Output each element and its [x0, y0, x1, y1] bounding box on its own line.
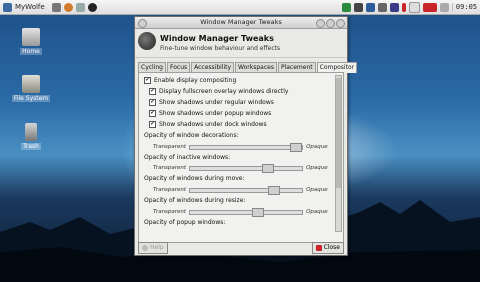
checkbox-label: Display fullscreen overlay windows direc…: [159, 88, 289, 95]
compositor-panel: ✔ Enable display compositing ✔ Display f…: [138, 72, 344, 243]
help-button-label: Help: [150, 244, 164, 251]
option-shadows-regular[interactable]: ✔ Show shadows under regular windows: [149, 99, 274, 106]
close-icon[interactable]: [336, 19, 345, 28]
opacity-decorations-label: Opacity of window decorations:: [144, 132, 239, 139]
tab-placement[interactable]: Placement: [277, 62, 316, 72]
bluetooth-icon[interactable]: [389, 2, 399, 12]
checkbox-label: Show shadows under dock windows: [159, 121, 267, 128]
window-menu-icon[interactable]: [138, 19, 147, 28]
slider-knob[interactable]: [262, 163, 275, 173]
close-x-icon: [315, 245, 322, 251]
volume-icon[interactable]: [365, 2, 375, 12]
desktop-icon-file-system[interactable]: File System: [11, 75, 51, 102]
slider-min-label: Transparent: [153, 165, 187, 171]
close-button-label: Close: [323, 244, 340, 251]
update-icon[interactable]: [377, 2, 387, 12]
slider-track[interactable]: [189, 163, 304, 173]
slider-max-label: Opaque: [306, 187, 328, 193]
tab-accessibility[interactable]: Accessibility: [191, 62, 235, 72]
opacity-move-label: Opacity of windows during move:: [144, 175, 245, 182]
trash-icon: [25, 123, 37, 141]
app-launcher-label[interactable]: MyWolfe: [15, 3, 45, 11]
close-button[interactable]: Close: [311, 242, 344, 254]
opacity-resize-slider[interactable]: Transparent Opaque: [153, 207, 333, 217]
record-icon[interactable]: [401, 2, 406, 12]
info-icon[interactable]: [408, 1, 420, 13]
slider-knob[interactable]: [290, 142, 303, 152]
opacity-resize-label: Opacity of windows during resize:: [144, 197, 246, 204]
slider-max-label: Opaque: [306, 144, 328, 150]
top-panel: MyWolfe 09:05: [0, 0, 480, 15]
window-title: Window Manager Tweaks: [200, 18, 282, 26]
tab-workspaces[interactable]: Workspaces: [235, 62, 277, 72]
slider-knob[interactable]: [252, 207, 265, 217]
checkbox-box[interactable]: ✔: [149, 88, 156, 95]
slider-track[interactable]: [189, 185, 304, 195]
display-icon[interactable]: [439, 2, 449, 12]
scrollbar-thumb[interactable]: [336, 78, 341, 188]
window-titlebar[interactable]: Window Manager Tweaks: [135, 17, 347, 29]
drive-icon: [22, 75, 40, 93]
minimize-icon[interactable]: [316, 19, 325, 28]
tools-icon[interactable]: [51, 2, 61, 12]
checkbox-box[interactable]: ✔: [149, 99, 156, 106]
checkbox-box[interactable]: ✔: [144, 77, 151, 84]
opacity-inactive-slider[interactable]: Transparent Opaque: [153, 163, 333, 173]
menu-icon[interactable]: [3, 2, 12, 12]
opacity-move-slider[interactable]: Transparent Opaque: [153, 185, 333, 195]
checkbox-label: Show shadows under popup windows: [159, 110, 272, 117]
tab-focus[interactable]: Focus: [166, 62, 191, 72]
desktop-icon-label: Trash: [21, 143, 41, 150]
tweaks-app-icon: [138, 32, 156, 50]
slider-max-label: Opaque: [306, 209, 328, 215]
help-icon: [142, 245, 148, 251]
desktop-icon-label: Home: [20, 48, 42, 55]
battery-icon[interactable]: [353, 2, 363, 12]
network-icon[interactable]: [341, 2, 351, 12]
dialog-header: Window Manager Tweaks Fine-tune window b…: [135, 29, 347, 58]
window-manager-tweaks-window: Window Manager Tweaks Window Manager Twe…: [134, 16, 358, 256]
mail-icon[interactable]: [75, 2, 85, 12]
slider-min-label: Transparent: [153, 187, 187, 193]
opacity-decorations-slider[interactable]: Transparent Opaque: [153, 142, 333, 152]
option-shadows-dock[interactable]: ✔ Show shadows under dock windows: [149, 121, 267, 128]
opacity-popup-label: Opacity of popup windows:: [144, 219, 226, 226]
dialog-subtitle: Fine-tune window behaviour and effects: [160, 45, 281, 52]
desktop-icon-label: File System: [11, 95, 51, 102]
desktop-icon-trash[interactable]: Trash: [11, 123, 51, 150]
system-tray: 09:05: [341, 0, 480, 14]
option-fullscreen-overlay[interactable]: ✔ Display fullscreen overlay windows dir…: [149, 88, 288, 95]
slider-track[interactable]: [189, 142, 304, 152]
checkbox-box[interactable]: ✔: [149, 121, 156, 128]
panel-scrollbar[interactable]: [335, 75, 342, 232]
slider-min-label: Transparent: [153, 209, 187, 215]
tab-bar: Cycling Focus Accessibility Workspaces P…: [138, 62, 358, 73]
checkbox-label: Enable display compositing: [154, 77, 237, 84]
clock[interactable]: 09:05: [451, 3, 480, 11]
home-folder-icon: [22, 28, 40, 46]
desktop-icon-home[interactable]: Home: [11, 28, 51, 55]
red-indicator-icon[interactable]: [422, 2, 437, 12]
enable-compositing-checkbox[interactable]: ✔ Enable display compositing: [144, 77, 236, 84]
slider-track[interactable]: [189, 207, 304, 217]
checkbox-label: Show shadows under regular windows: [159, 99, 274, 106]
option-shadows-popup[interactable]: ✔ Show shadows under popup windows: [149, 110, 271, 117]
dialog-title: Window Manager Tweaks: [160, 34, 274, 43]
browser-icon[interactable]: [63, 2, 73, 12]
slider-max-label: Opaque: [306, 165, 328, 171]
compositor-app-icon[interactable]: [87, 2, 97, 12]
help-button[interactable]: Help: [138, 242, 168, 254]
opacity-inactive-label: Opacity of inactive windows:: [144, 154, 231, 161]
tab-cycling[interactable]: Cycling: [138, 62, 166, 72]
maximize-icon[interactable]: [326, 19, 335, 28]
slider-min-label: Transparent: [153, 144, 187, 150]
slider-knob[interactable]: [268, 185, 281, 195]
checkbox-box[interactable]: ✔: [149, 110, 156, 117]
